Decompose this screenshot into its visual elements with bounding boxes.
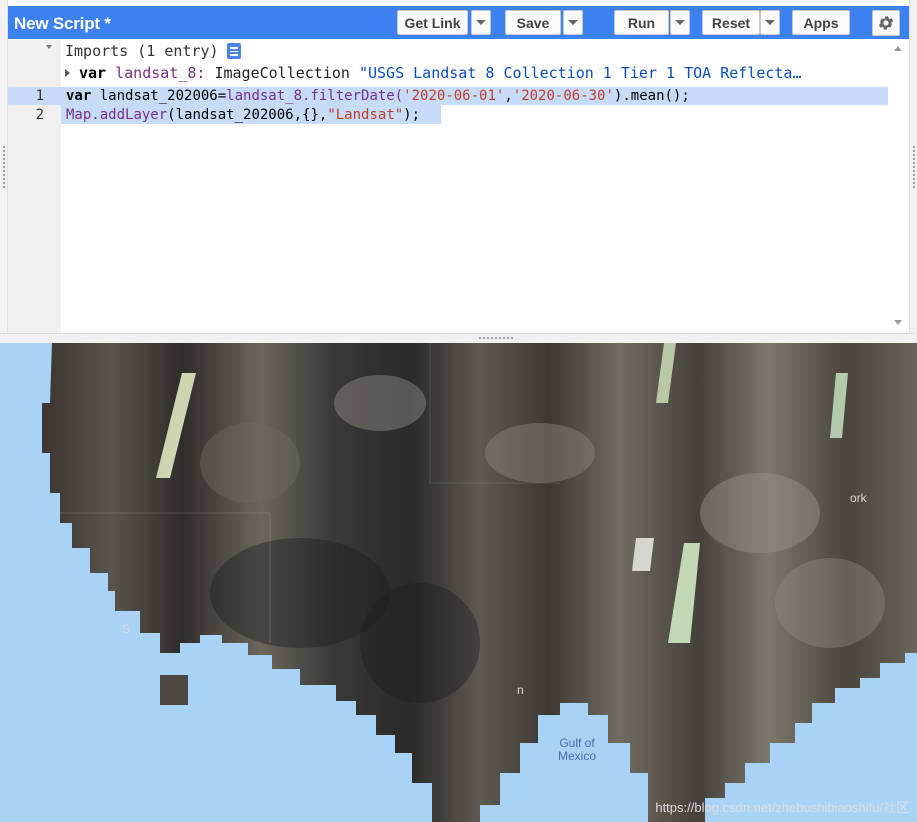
map-label-city: ork (850, 491, 867, 505)
code-token: landsat_8 (226, 88, 303, 104)
script-title[interactable]: New Script * (14, 14, 111, 34)
code-token: landsat_202006= (91, 88, 227, 104)
apps-button[interactable]: Apps (792, 10, 850, 35)
landsat-imagery-layer (42, 343, 917, 822)
cloud-patch (485, 423, 595, 483)
run-button[interactable]: Run (614, 10, 669, 35)
scroll-down-icon[interactable] (894, 320, 902, 325)
dropdown-caret-icon (765, 20, 775, 25)
code-token: Map (66, 107, 92, 123)
get-link-dropdown[interactable] (471, 10, 491, 35)
code-line-2[interactable]: Map.addLayer(landsat_202006,{},"Landsat"… (66, 107, 420, 123)
watermark-text: https://blog.csdn.net/zhebushibiaoshifu/… (655, 800, 909, 815)
left-resize-handle[interactable] (0, 0, 8, 343)
line-number-gutter (8, 40, 61, 333)
code-token: .addLayer (91, 107, 168, 123)
cloud-patch (775, 558, 885, 648)
run-dropdown[interactable] (670, 10, 690, 35)
scroll-up-icon[interactable] (894, 46, 902, 51)
code-token: var (66, 88, 92, 104)
code-line-1[interactable]: var landsat_202006=landsat_8.filterDate(… (66, 88, 690, 104)
code-token: , (504, 88, 513, 104)
save-dropdown[interactable] (563, 10, 583, 35)
code-token: '2020-06-01' (403, 88, 505, 104)
import-type: ImageCollection (214, 64, 350, 82)
cloud-patch (700, 473, 820, 553)
settings-button[interactable] (872, 10, 900, 36)
dropdown-caret-icon (675, 20, 685, 25)
vertical-scrollbar[interactable] (888, 40, 909, 333)
map-label-city: S (122, 622, 131, 636)
docs-icon[interactable] (226, 43, 241, 59)
code-token: '2020-06-30' (512, 88, 614, 104)
import-value: "USGS Landsat 8 Collection 1 Tier 1 TOA … (358, 64, 802, 82)
script-header-bar: New Script * Get Link Save Run Reset App… (8, 6, 909, 39)
cloud-patch (334, 375, 426, 431)
map-label-gulf-of-mexico: Gulf of Mexico (557, 736, 596, 763)
cloud-patch (360, 583, 480, 703)
code-token: "Landsat" (327, 107, 404, 123)
expand-arrow-icon[interactable] (65, 69, 70, 77)
line-number: 1 (35, 88, 44, 104)
map-view[interactable]: Gulf of Mexico ork S n https://blog.csdn… (0, 343, 917, 822)
editor-map-splitter[interactable] (0, 333, 917, 343)
settings-gear-icon (878, 16, 894, 30)
reset-button[interactable]: Reset (702, 10, 760, 35)
map-label-city: n (517, 683, 524, 697)
code-token: (landsat_202006,{}, (167, 107, 328, 123)
code-token: .filterDate( (302, 88, 404, 104)
imagery-tile (160, 675, 188, 705)
collapse-imports-icon[interactable] (46, 45, 52, 49)
cloud-patch (200, 423, 300, 503)
right-resize-handle[interactable] (909, 0, 917, 343)
code-editor-panel: New Script * Get Link Save Run Reset App… (0, 0, 917, 343)
dropdown-caret-icon (568, 20, 578, 25)
code-token: ).mean(); (613, 88, 690, 104)
imports-header-text: Imports (1 entry) (65, 42, 219, 60)
line-number: 2 (35, 107, 44, 123)
import-entry-landsat[interactable]: var landsat_8: ImageCollection "USGS Lan… (65, 64, 801, 82)
save-button[interactable]: Save (505, 10, 561, 35)
code-area[interactable] (61, 40, 888, 333)
code-token: ); (403, 107, 421, 123)
imports-header[interactable]: Imports (1 entry) (65, 42, 241, 60)
get-link-button[interactable]: Get Link (397, 10, 468, 35)
reset-dropdown[interactable] (760, 10, 780, 35)
import-keyword: var (79, 64, 107, 82)
import-name: landsat_8: (115, 64, 206, 82)
dropdown-caret-icon (476, 20, 486, 25)
